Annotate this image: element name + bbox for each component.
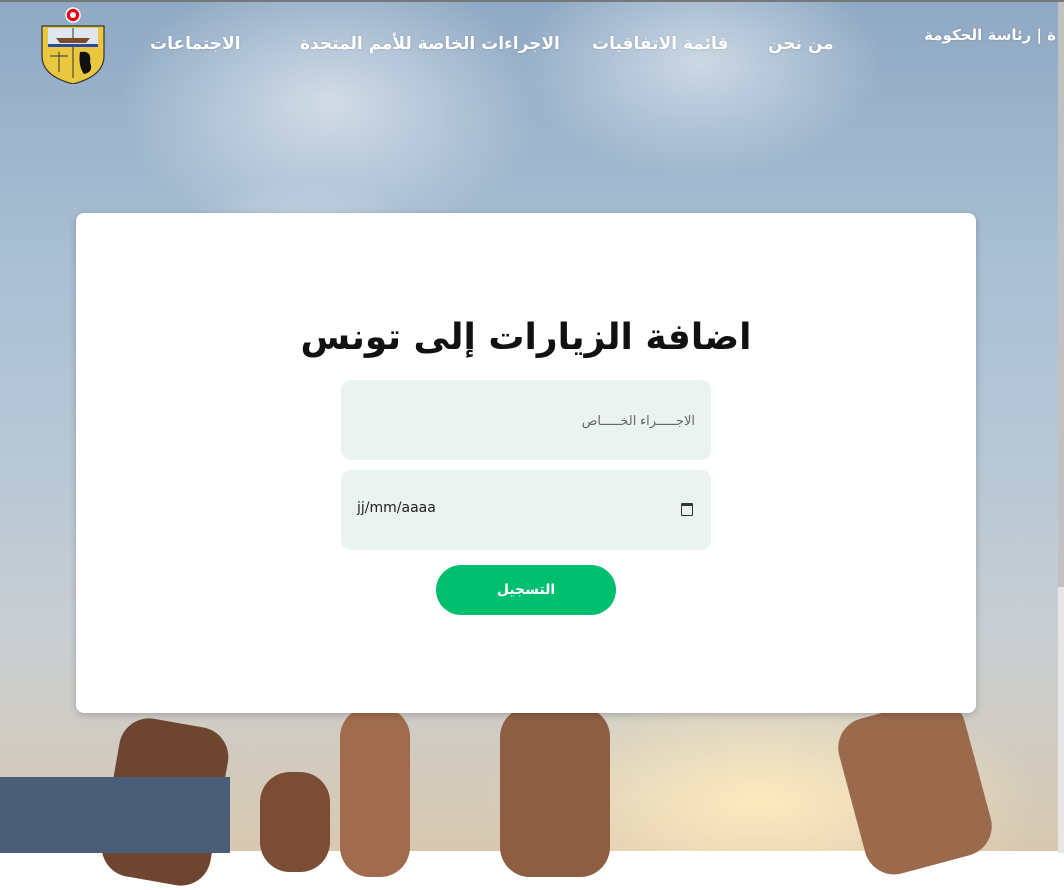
nav-link-government-presidency[interactable]: ة | رئاسة الحكومة: [924, 26, 1056, 44]
nav-link-about-us[interactable]: من نحن: [768, 34, 834, 54]
date-field[interactable]: jj/mm/aaaa: [341, 470, 711, 550]
page-title: اضافة الزيارات إلى تونس: [300, 317, 752, 358]
calendar-icon[interactable]: [681, 503, 693, 516]
add-visit-form-card: اضافة الزيارات إلى تونس jj/mm/aaaa التسج…: [76, 213, 976, 713]
tunisia-coat-of-arms-logo[interactable]: [34, 6, 112, 84]
special-procedure-field[interactable]: [341, 380, 711, 460]
scrollbar-track[interactable]: [1058, 2, 1064, 853]
nav-link-un-special-procedures[interactable]: الاجراءات الخاصة للأمم المتحدة: [300, 34, 560, 54]
date-input-placeholder[interactable]: jj/mm/aaaa: [357, 500, 436, 516]
raised-arm: [340, 707, 410, 877]
top-navigation: ة | رئاسة الحكومة من نحن قائمة الاتفاقيا…: [0, 2, 1064, 92]
raised-arm: [500, 707, 610, 877]
nav-link-meetings[interactable]: الاجتماعات: [150, 34, 241, 54]
special-procedure-input[interactable]: [341, 380, 711, 460]
building: [0, 777, 230, 853]
nav-link-agreements-list[interactable]: قائمة الاتفاقيات: [592, 34, 729, 54]
submit-button[interactable]: التسجيل: [436, 565, 616, 615]
raised-arm: [831, 692, 999, 882]
raised-fist: [260, 772, 330, 872]
